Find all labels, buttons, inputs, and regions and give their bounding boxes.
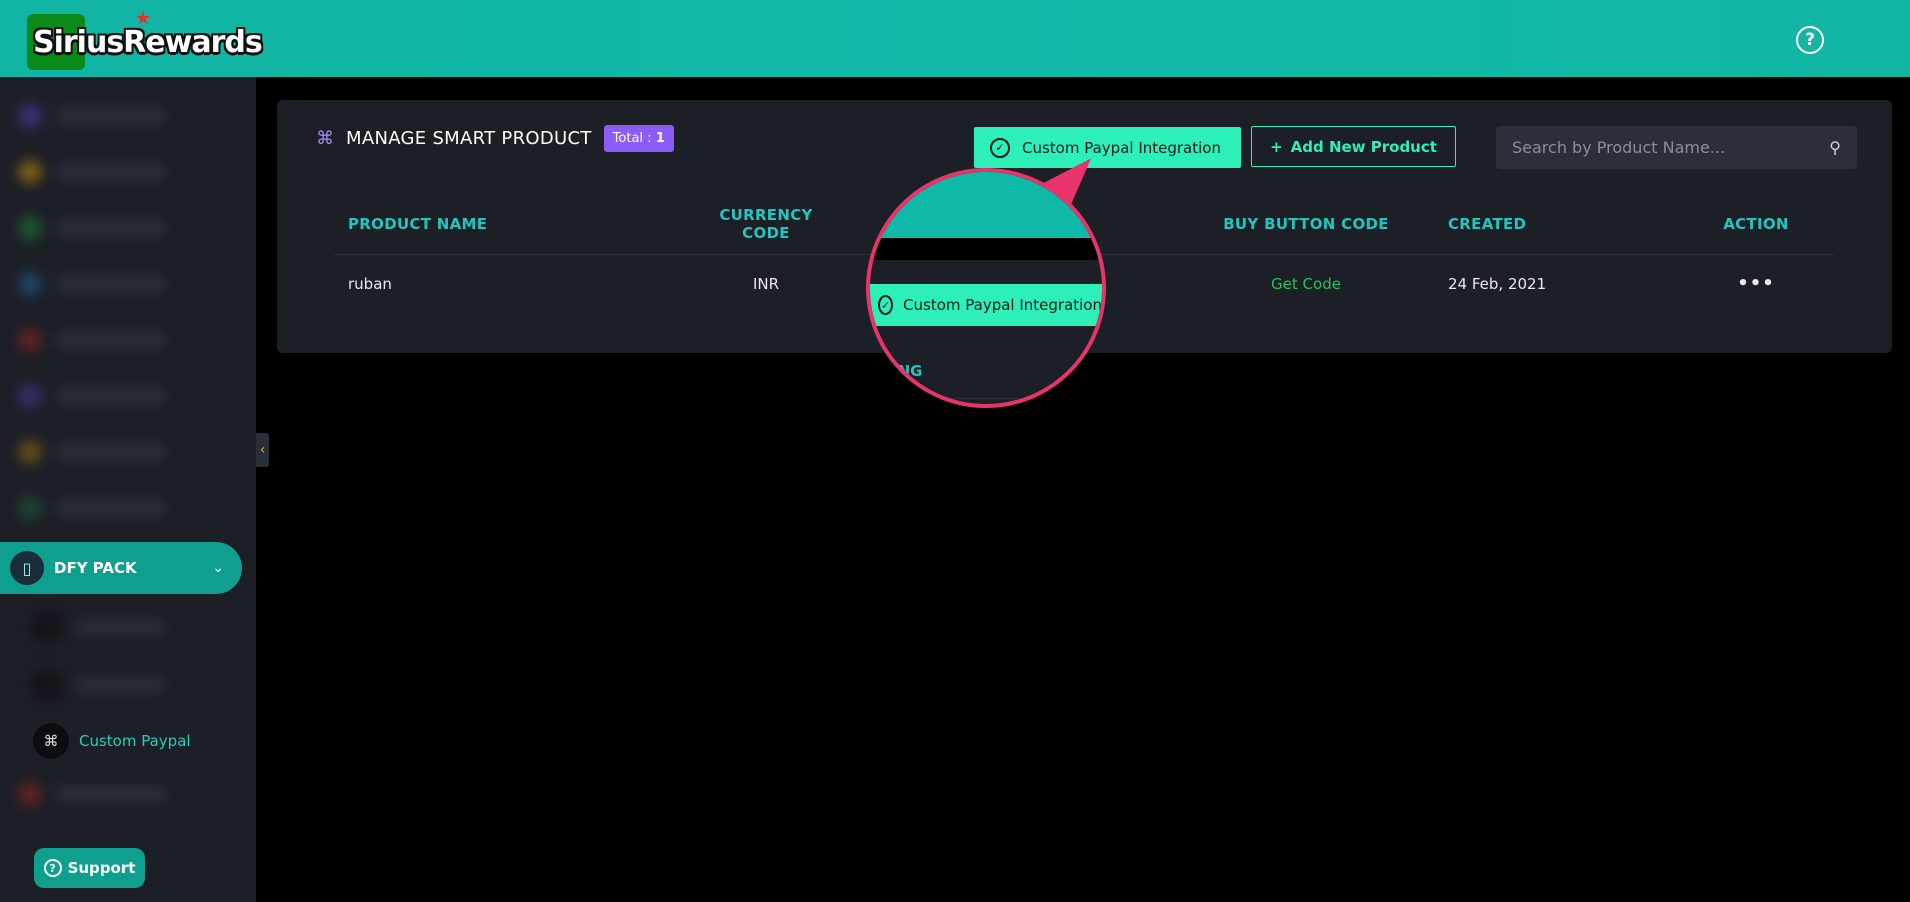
sub-item-blurred[interactable] <box>30 667 190 703</box>
add-new-product-button[interactable]: + Add New Product <box>1251 126 1456 167</box>
logo-text: SiriusRewards <box>33 24 263 60</box>
cell-currency: INR <box>752 274 780 293</box>
col-buy-button-code[interactable]: BUY BUTTON CODE <box>1174 194 1434 255</box>
more-horizontal-icon[interactable]: ••• <box>1737 273 1775 294</box>
chevron-down-icon: ⌄ <box>212 560 224 576</box>
magnified-header-fragment: ING <box>892 362 923 380</box>
total-label: Total : <box>612 131 656 146</box>
question-icon: ? <box>43 859 62 877</box>
cell-created: 24 Feb, 2021 <box>1448 274 1547 293</box>
sidebar-item-blurred[interactable] <box>18 781 198 807</box>
action-menu[interactable]: ••• <box>1674 255 1834 313</box>
button-label: Custom Paypal Integration <box>1022 138 1221 157</box>
search-input[interactable] <box>1512 138 1830 157</box>
sidebar-item-label: DFY PACK <box>54 559 137 577</box>
sidebar-item-blurred[interactable] <box>18 327 198 353</box>
magnified-button-label: Custom Paypal Integration <box>903 296 1102 314</box>
command-icon: ⌘ <box>33 723 69 759</box>
sidebar-item-blurred[interactable] <box>18 439 198 465</box>
document-icon: ▯ <box>10 551 44 585</box>
search-icon[interactable]: ⚲ <box>1829 138 1841 157</box>
magnified-header <box>870 172 1102 238</box>
sidebar-subitem-custom-paypal[interactable]: ⌘ Custom Paypal <box>33 723 191 759</box>
sidebar-item-blurred[interactable] <box>18 215 198 241</box>
help-icon[interactable]: ? <box>1796 26 1824 54</box>
sidebar-item-blurred[interactable] <box>18 103 198 129</box>
sidebar-subitem-label: Custom Paypal <box>79 732 191 750</box>
col-currency-code[interactable]: CURRENCY CODE <box>694 194 834 255</box>
search-box: ⚲ <box>1496 126 1857 169</box>
sidebar-item-blurred[interactable] <box>18 159 198 185</box>
sidebar-item-blurred[interactable] <box>18 495 198 521</box>
col-action: ACTION <box>1674 194 1834 255</box>
page-title: ⌘ MANAGE SMART PRODUCT Total : 1 <box>316 125 674 152</box>
check-circle-icon: ✓ <box>878 295 894 315</box>
check-circle-icon: ✓ <box>990 137 1010 158</box>
sub-item-blurred[interactable] <box>30 609 190 645</box>
support-button[interactable]: ? Support <box>34 848 145 888</box>
support-label: Support <box>67 859 136 877</box>
top-header: ★ SiriusRewards ? <box>0 0 1910 77</box>
magnified-paypal-button: ✓ Custom Paypal Integration <box>870 284 1102 326</box>
page-title-text: MANAGE SMART PRODUCT <box>346 128 592 149</box>
get-code-link[interactable]: Get Code <box>1174 255 1434 313</box>
total-count: 1 <box>655 131 665 146</box>
col-product-name[interactable]: PRODUCT NAME <box>334 194 694 255</box>
sidebar-item-dfy-pack[interactable]: ▯ DFY PACK ⌄ <box>0 542 242 594</box>
button-label: Add New Product <box>1290 137 1437 156</box>
magnifier-callout: ✓ Custom Paypal Integration ING <box>866 168 1106 408</box>
magnified-gap <box>870 238 1102 260</box>
plus-icon: + <box>1270 137 1283 156</box>
col-created[interactable]: CREATED <box>1434 194 1674 255</box>
brand-logo[interactable]: ★ SiriusRewards <box>27 8 263 70</box>
total-badge: Total : 1 <box>603 125 674 152</box>
magnified-divider <box>870 398 1102 399</box>
command-icon: ⌘ <box>316 128 334 149</box>
custom-paypal-integration-button[interactable]: ✓ Custom Paypal Integration <box>974 127 1241 168</box>
sidebar-collapse-toggle[interactable]: ‹ <box>256 433 269 467</box>
sidebar-item-blurred[interactable] <box>18 271 198 297</box>
sidebar-item-blurred[interactable] <box>18 383 198 409</box>
sidebar: ▯ DFY PACK ⌄ ⌘ Custom Paypal ? Support <box>0 77 256 902</box>
cell-product-name: ruban <box>348 274 392 293</box>
